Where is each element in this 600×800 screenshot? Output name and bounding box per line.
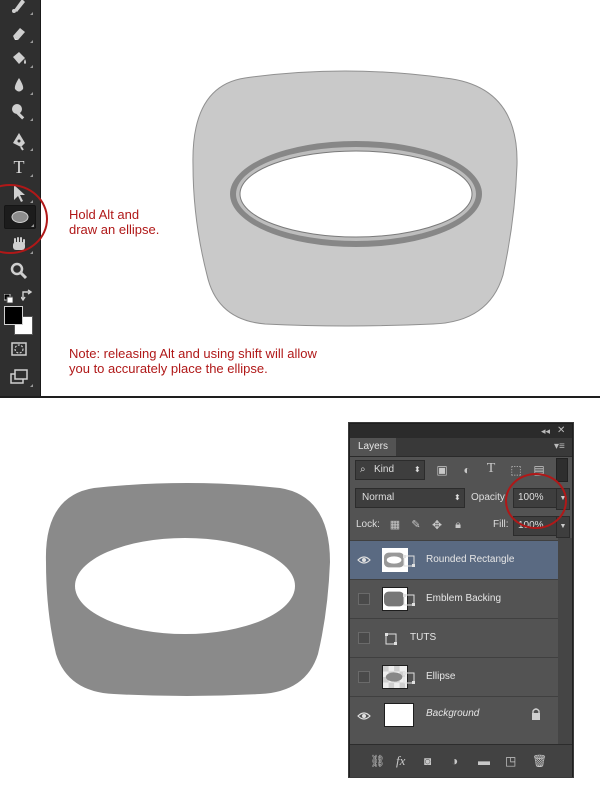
dodge-icon [12, 104, 25, 120]
layer-name: Emblem Backing [426, 593, 502, 604]
hold-alt-instruction: Hold Alt and draw an ellipse. [69, 207, 160, 237]
layer-row-emblem-backing[interactable]: Emblem Backing [350, 579, 558, 618]
bottom-panel: ◂◂ ✕ Layers ▾≡ ⌕ Kind ⬍ ▣ ◐ T ⬚ ▤ Normal… [0, 398, 600, 800]
spot-healing-brush-icon [12, 0, 25, 13]
layers-panel-footer: ⛓︎ fx ◙ ◑ ▬ ◳ 🗑︎ [350, 744, 572, 777]
canvas-artwork [192, 70, 518, 327]
eye-icon[interactable] [357, 709, 371, 723]
paint-bucket-icon [13, 52, 26, 64]
panel-tab-row: Layers ▾≡ [350, 438, 572, 457]
emblem-ellipse-hole [75, 538, 295, 634]
blend-mode-select[interactable]: Normal ⬍ [355, 488, 465, 508]
new-group-icon[interactable]: ▬ [478, 753, 490, 769]
panel-menu-icon[interactable]: ▾≡ [554, 438, 565, 456]
tool-flyout-indicator [30, 174, 33, 177]
lock-all-icon[interactable]: 🔒︎ [450, 517, 466, 533]
tool-flyout-indicator [30, 92, 33, 95]
layer-row-ellipse[interactable]: Ellipse [350, 657, 558, 696]
pen-tool[interactable] [4, 130, 34, 152]
layer-name: TUTS [410, 632, 437, 643]
filter-toggle-switch[interactable] [556, 458, 568, 482]
quick-mask-icon [11, 342, 27, 356]
chevron-updown-icon: ⬍ [414, 465, 421, 474]
vector-mask-icon [402, 554, 416, 568]
eraser-tool[interactable] [4, 22, 34, 44]
tool-flyout-indicator [30, 251, 33, 254]
tool-flyout-indicator [30, 12, 33, 15]
visibility-toggle[interactable] [358, 632, 370, 644]
adjustment-layer-icon[interactable]: ◑ [451, 753, 458, 769]
lock-icon [530, 707, 542, 721]
tool-flyout-indicator [30, 40, 33, 43]
pixel-layer-filter-icon[interactable]: ▣ [434, 462, 450, 478]
layer-name: Background [426, 708, 480, 719]
foreground-color-swatch[interactable] [4, 306, 23, 325]
tool-flyout-indicator [30, 65, 33, 68]
tool-flyout-indicator [30, 118, 33, 121]
opacity-label: Opacity: [471, 492, 508, 503]
panel-titlebar: ◂◂ ✕ [350, 424, 572, 438]
screen-mode-icon [10, 369, 28, 384]
adjustment-layer-filter-icon[interactable]: ◐ [459, 462, 475, 478]
lock-position-icon[interactable]: ✥ [429, 517, 445, 533]
blur-tool[interactable] [4, 74, 34, 96]
search-icon: ⌕ [360, 464, 366, 475]
spot-healing-brush-tool[interactable] [4, 0, 34, 16]
paint-bucket-tool[interactable] [4, 47, 34, 69]
type-icon: T [13, 157, 25, 177]
fx-icon[interactable]: fx [396, 753, 405, 769]
layer-row-rounded-rectangle[interactable]: Rounded Rectangle [350, 540, 558, 579]
chevron-updown-icon: ⬍ [454, 493, 461, 502]
close-panel-icon[interactable]: ✕ [557, 424, 565, 438]
layer-thumbnail [384, 703, 414, 727]
vector-mask-icon [402, 671, 416, 685]
layer-row-tuts[interactable]: TUTS [350, 618, 558, 657]
layers-scrollbar[interactable] [558, 538, 572, 744]
tool-flyout-indicator [30, 148, 33, 151]
add-mask-icon[interactable]: ◙ [424, 753, 431, 769]
default-colors-icon[interactable] [3, 290, 14, 304]
shift-placement-note: Note: releasing Alt and using shift will… [69, 346, 317, 376]
swap-colors-icon[interactable] [20, 288, 33, 302]
group-folder-icon [384, 632, 398, 646]
blur-icon [14, 78, 24, 92]
tool-flyout-indicator [30, 384, 33, 387]
lock-image-pixels-icon[interactable]: ✎ [408, 517, 424, 533]
zoom-icon [10, 262, 28, 280]
layer-row-background[interactable]: Background [350, 696, 558, 744]
top-panel: T Hold Alt and draw an ellipse. Note: re… [0, 0, 600, 396]
collapse-panel-icon[interactable]: ◂◂ [541, 424, 550, 438]
type-layer-filter-icon[interactable]: T [483, 461, 499, 477]
link-icon[interactable]: ⛓︎ [370, 753, 385, 769]
delete-icon[interactable]: 🗑︎ [532, 753, 547, 769]
layer-name: Ellipse [426, 671, 456, 682]
lock-transparent-pixels-icon[interactable]: ▦ [387, 517, 403, 533]
quick-mask-button[interactable] [4, 338, 34, 360]
blend-mode-value: Normal [362, 492, 395, 503]
ellipse-hole [239, 150, 473, 238]
eraser-icon [13, 28, 25, 40]
filter-kind-label: Kind [374, 464, 395, 475]
pen-icon [13, 133, 25, 151]
tab-layers[interactable]: Layers [350, 438, 397, 456]
fill-label: Fill: [493, 519, 509, 530]
visibility-toggle[interactable] [358, 671, 370, 683]
screen-mode-button[interactable] [4, 366, 34, 388]
zoom-tool[interactable] [4, 260, 34, 282]
new-layer-icon[interactable]: ◳ [505, 753, 516, 769]
visibility-toggle[interactable] [358, 593, 370, 605]
emblem-preview [45, 483, 331, 696]
layer-name: Rounded Rectangle [426, 554, 515, 565]
opacity-highlight-ring [505, 473, 567, 529]
vector-mask-icon [402, 593, 416, 607]
filter-kind-select[interactable]: ⌕ Kind ⬍ [355, 460, 425, 480]
lock-label: Lock: [356, 519, 380, 530]
type-tool[interactable]: T [4, 156, 34, 178]
eye-icon[interactable] [357, 553, 371, 567]
dodge-tool[interactable] [4, 100, 34, 122]
